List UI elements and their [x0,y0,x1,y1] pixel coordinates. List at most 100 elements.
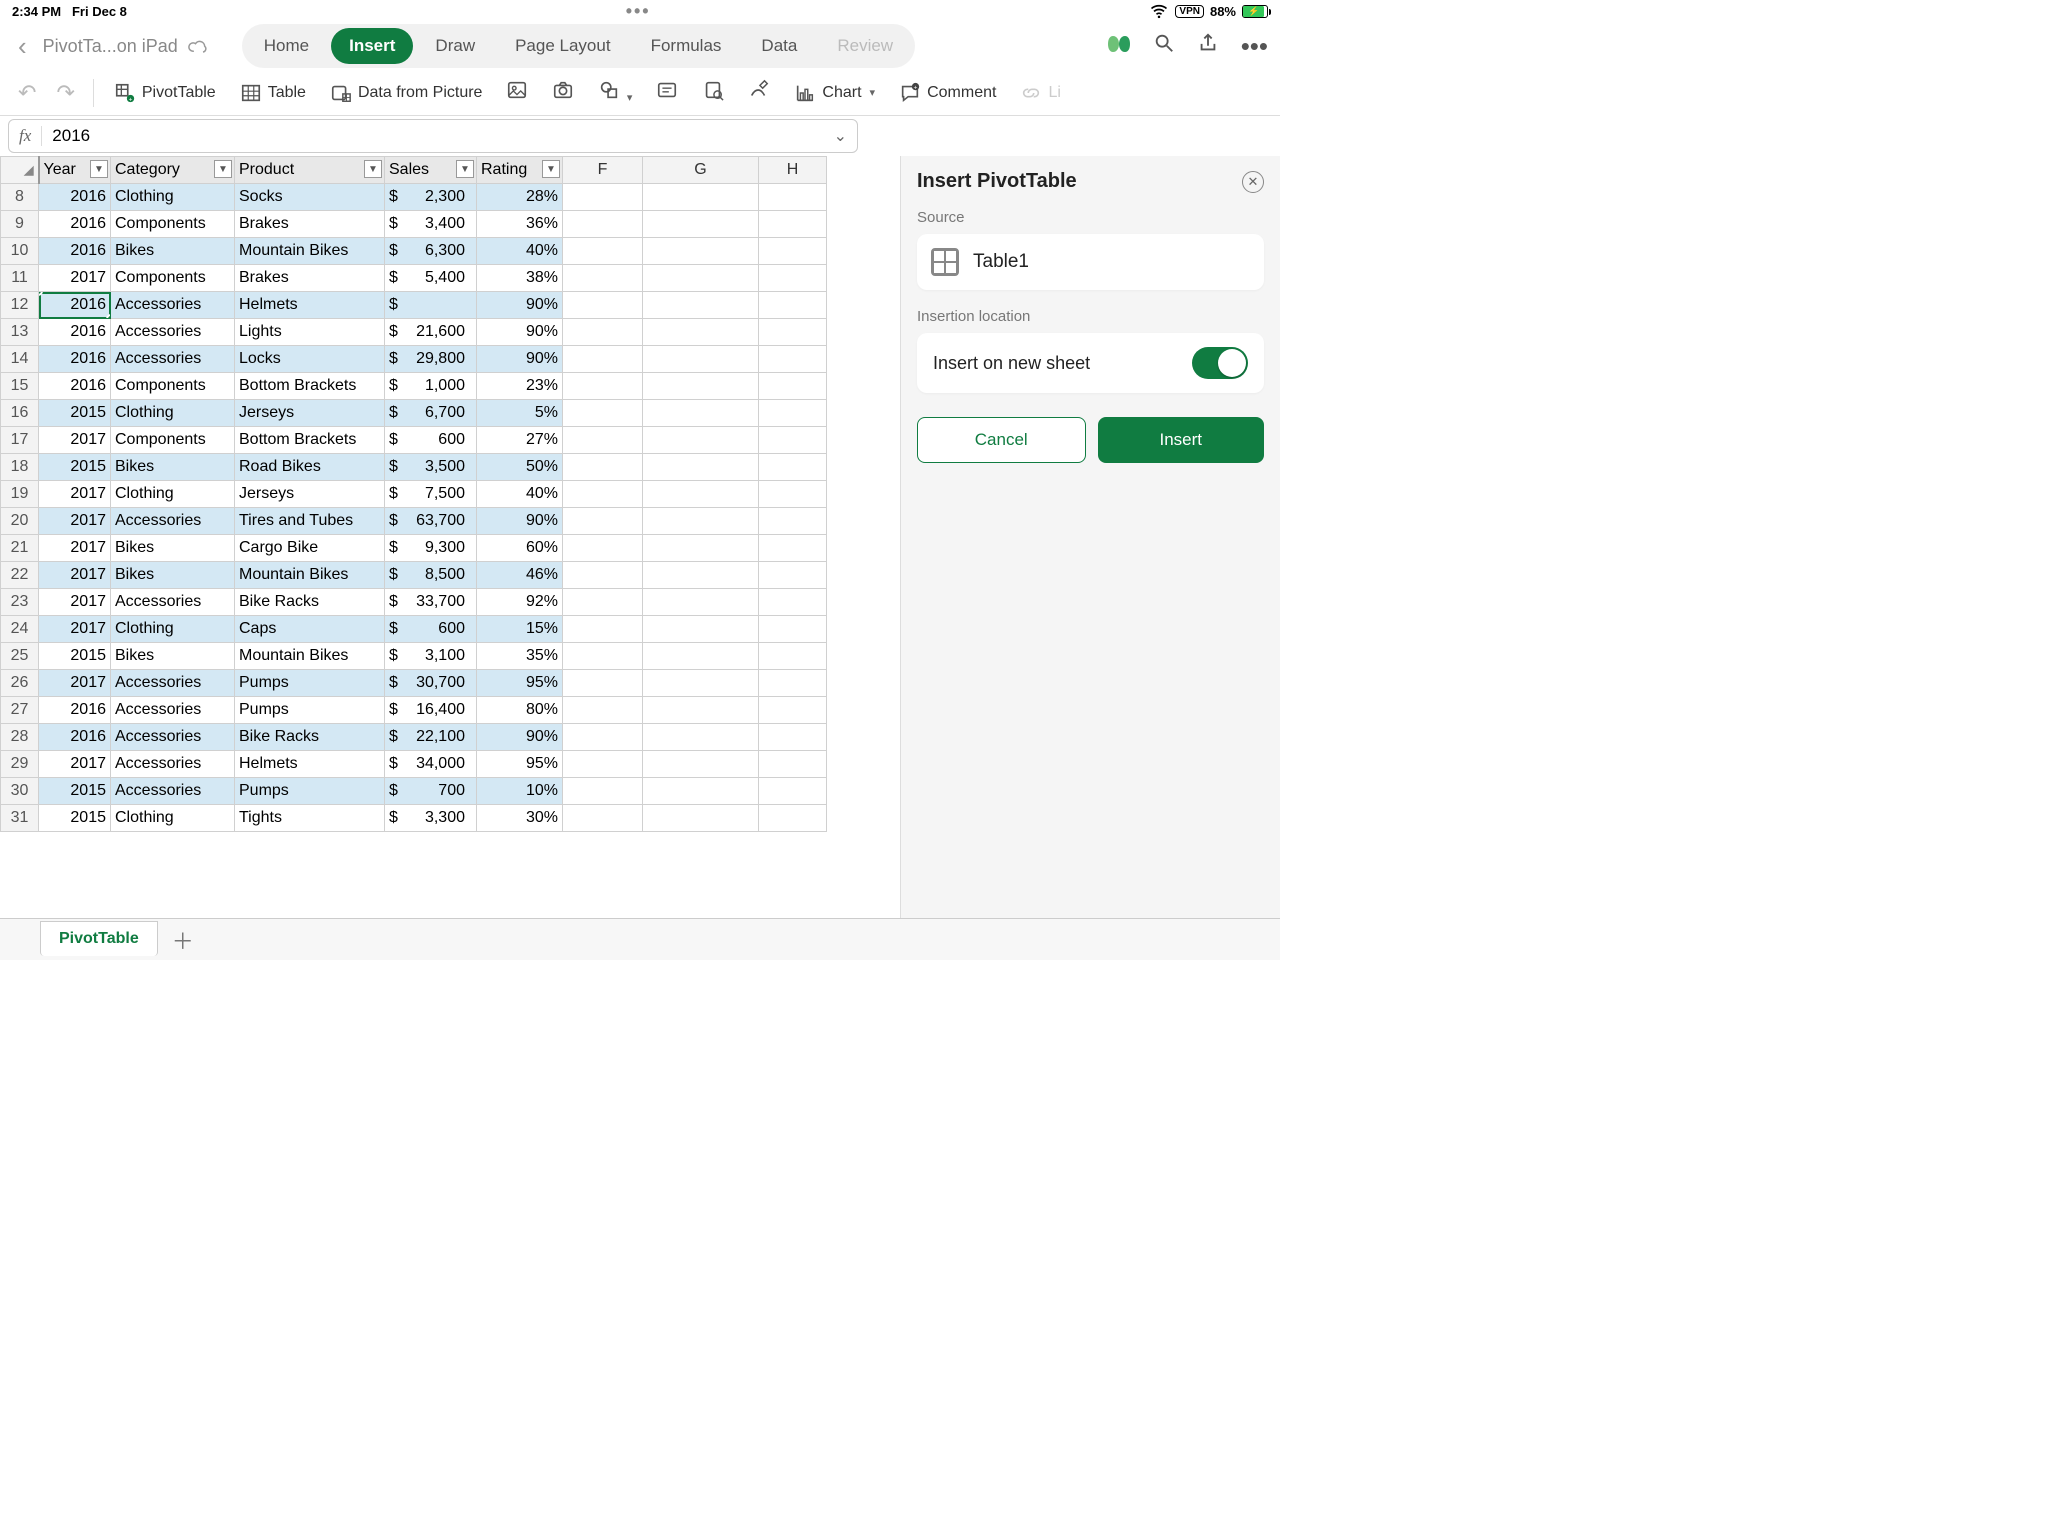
cell-category[interactable]: Bikes [111,238,235,265]
empty-cell[interactable] [759,265,827,292]
cell-sales[interactable]: $2,300 [385,184,477,211]
insert-new-sheet-toggle[interactable] [1192,347,1248,379]
cell-rating[interactable]: 30% [477,805,563,832]
cell-rating[interactable]: 80% [477,697,563,724]
cell-product[interactable]: Brakes [235,211,385,238]
close-icon[interactable]: ✕ [1242,171,1264,193]
row-header[interactable]: 26 [1,670,39,697]
table-row[interactable]: 182015BikesRoad Bikes$3,50050% [1,454,827,481]
row-header[interactable]: 27 [1,697,39,724]
row-header[interactable]: 9 [1,211,39,238]
cell-product[interactable]: Brakes [235,265,385,292]
cell-product[interactable]: Lights [235,319,385,346]
select-all-corner[interactable]: ◢ [1,157,39,184]
empty-cell[interactable] [759,778,827,805]
table-row[interactable]: 172017ComponentsBottom Brackets$60027% [1,427,827,454]
empty-cell[interactable] [563,427,643,454]
cell-sales[interactable]: $33,700 [385,589,477,616]
empty-cell[interactable] [643,535,759,562]
cell-year[interactable]: 2016 [39,373,111,400]
empty-cell[interactable] [563,265,643,292]
spreadsheet-grid[interactable]: ◢Year▼Category▼Product▼Sales▼Rating▼FGH8… [0,156,900,918]
cell-product[interactable]: Pumps [235,778,385,805]
shapes-icon[interactable]: ▾ [588,73,642,112]
row-header[interactable]: 17 [1,427,39,454]
ribbon-tab-insert[interactable]: Insert [331,28,413,64]
row-header[interactable]: 18 [1,454,39,481]
cell-rating[interactable]: 50% [477,454,563,481]
cell-category[interactable]: Components [111,265,235,292]
cell-category[interactable]: Bikes [111,562,235,589]
empty-cell[interactable] [643,643,759,670]
table-row[interactable]: 122016AccessoriesHelmets$90% [1,292,827,319]
empty-cell[interactable] [759,292,827,319]
table-row[interactable]: 312015ClothingTights$3,30030% [1,805,827,832]
table-row[interactable]: 102016BikesMountain Bikes$6,30040% [1,238,827,265]
cell-product[interactable]: Jerseys [235,400,385,427]
cell-rating[interactable]: 90% [477,292,563,319]
empty-cell[interactable] [643,508,759,535]
cell-sales[interactable]: $700 [385,778,477,805]
cell-category[interactable]: Clothing [111,481,235,508]
table-row[interactable]: 82016ClothingSocks$2,30028% [1,184,827,211]
cell-year[interactable]: 2016 [39,238,111,265]
row-header[interactable]: 29 [1,751,39,778]
row-header[interactable]: 23 [1,589,39,616]
empty-cell[interactable] [563,238,643,265]
cell-category[interactable]: Accessories [111,697,235,724]
empty-cell[interactable] [759,427,827,454]
empty-cell[interactable] [759,373,827,400]
cloud-sync-icon[interactable] [188,35,208,56]
table-row[interactable]: 252015BikesMountain Bikes$3,10035% [1,643,827,670]
share-icon[interactable] [1197,32,1219,60]
empty-cell[interactable] [759,751,827,778]
cell-sales[interactable]: $34,000 [385,751,477,778]
empty-cell[interactable] [643,427,759,454]
pictures-icon[interactable] [496,73,538,112]
empty-cell[interactable] [759,697,827,724]
table-row[interactable]: 142016AccessoriesLocks$29,80090% [1,346,827,373]
ribbon-tab-draw[interactable]: Draw [417,28,493,64]
cell-year[interactable]: 2015 [39,805,111,832]
empty-cell[interactable] [759,346,827,373]
cell-product[interactable]: Tights [235,805,385,832]
source-card[interactable]: Table1 [917,234,1264,290]
empty-cell[interactable] [563,589,643,616]
empty-cell[interactable] [563,373,643,400]
cell-year[interactable]: 2015 [39,778,111,805]
row-header[interactable]: 8 [1,184,39,211]
cell-rating[interactable]: 95% [477,670,563,697]
empty-cell[interactable] [643,238,759,265]
cell-rating[interactable]: 46% [477,562,563,589]
cell-sales[interactable]: $ [385,292,477,319]
cell-rating[interactable]: 5% [477,400,563,427]
cell-year[interactable]: 2016 [39,292,111,319]
cell-category[interactable]: Bikes [111,643,235,670]
empty-cell[interactable] [563,805,643,832]
cell-product[interactable]: Helmets [235,751,385,778]
back-button[interactable]: ‹ [12,31,33,62]
undo-button[interactable]: ↶ [10,80,44,106]
copilot-icon[interactable] [1107,32,1131,61]
cell-year[interactable]: 2017 [39,751,111,778]
table-row[interactable]: 302015AccessoriesPumps$70010% [1,778,827,805]
cell-category[interactable]: Components [111,211,235,238]
cell-product[interactable]: Bike Racks [235,589,385,616]
textbox-icon[interactable] [646,73,688,112]
cell-sales[interactable]: $22,100 [385,724,477,751]
cell-year[interactable]: 2017 [39,589,111,616]
cell-year[interactable]: 2017 [39,562,111,589]
empty-cell[interactable] [643,265,759,292]
cell-year[interactable]: 2016 [39,211,111,238]
cell-product[interactable]: Jerseys [235,481,385,508]
cell-year[interactable]: 2016 [39,346,111,373]
ribbon-tab-data[interactable]: Data [743,28,815,64]
cell-product[interactable]: Bottom Brackets [235,373,385,400]
cell-rating[interactable]: 10% [477,778,563,805]
cell-rating[interactable]: 27% [477,427,563,454]
cell-sales[interactable]: $5,400 [385,265,477,292]
empty-cell[interactable] [759,589,827,616]
row-header[interactable]: 10 [1,238,39,265]
cell-sales[interactable]: $6,300 [385,238,477,265]
cell-year[interactable]: 2017 [39,616,111,643]
